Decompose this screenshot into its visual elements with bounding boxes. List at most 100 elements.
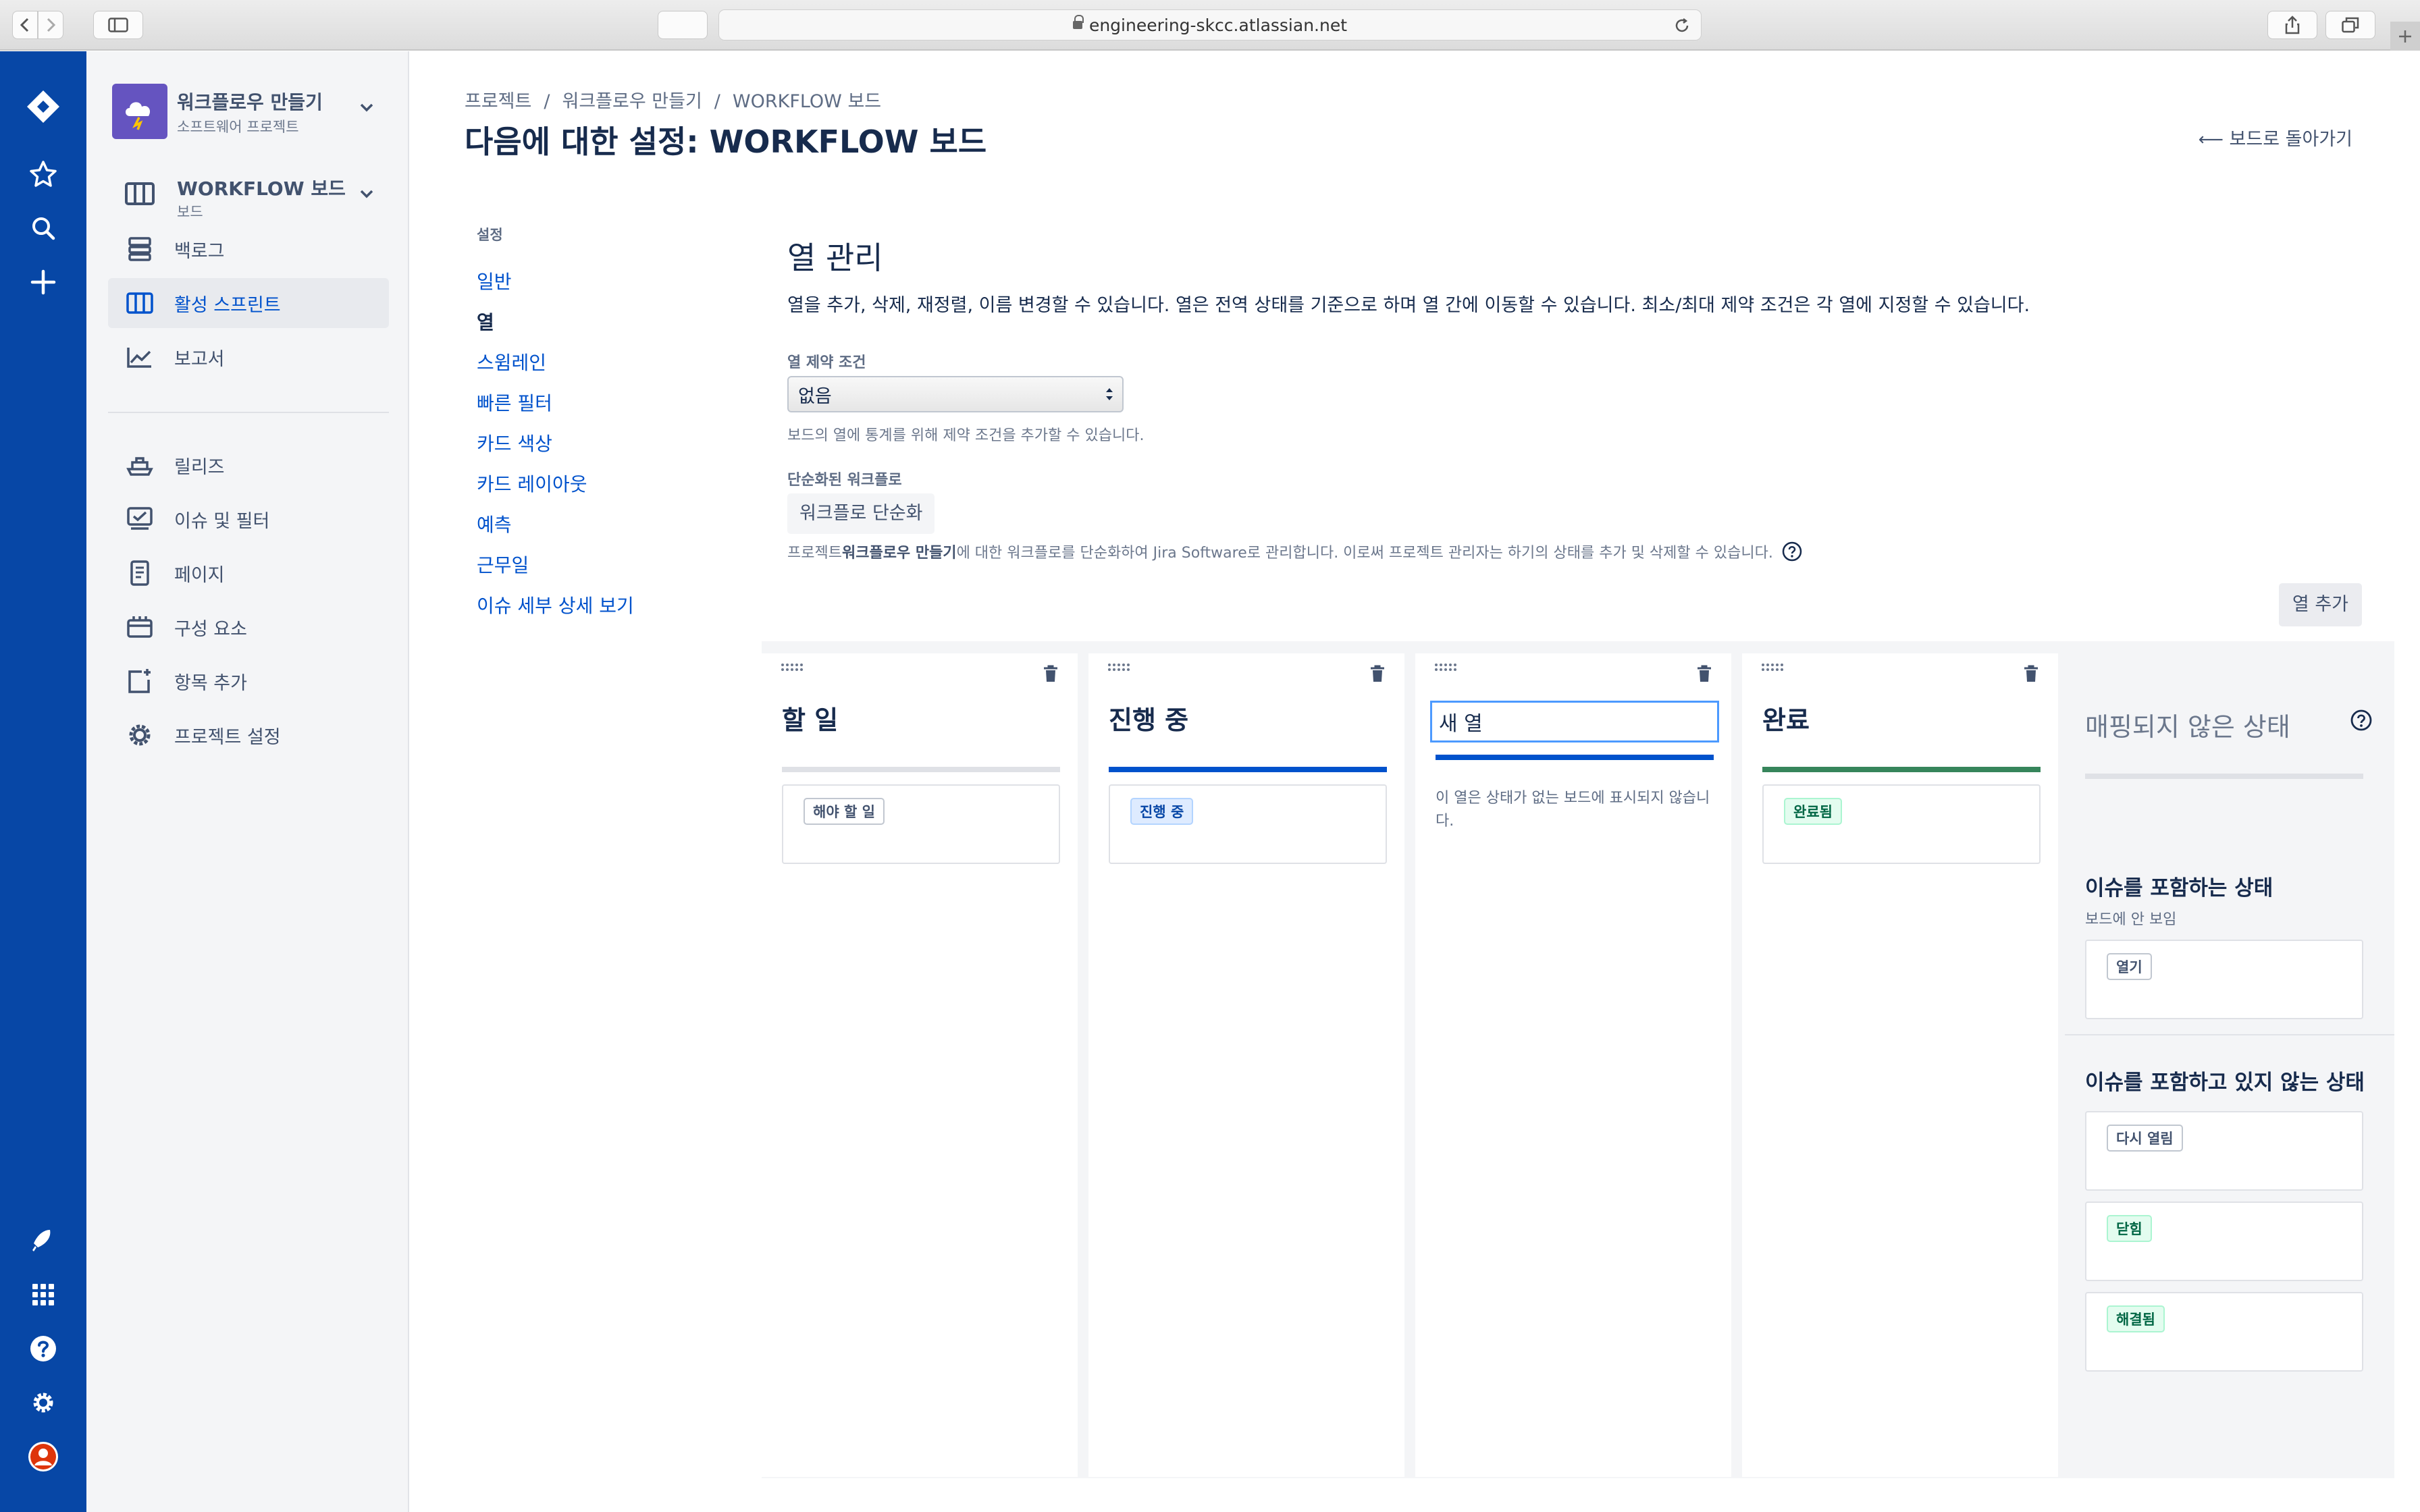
board-column[interactable]: 할 일 해야 할 일 (762, 653, 1078, 1477)
sidebar-item-add-item[interactable]: 항목 추가 (108, 656, 389, 706)
project-name: 워크플로우 만들기 (177, 91, 323, 113)
settings-nav-working-days[interactable]: 근무일 (477, 545, 634, 586)
back-button[interactable] (12, 11, 38, 39)
project-type: 소프트웨어 프로젝트 (177, 119, 299, 135)
status-card[interactable]: 다시 열림 (2085, 1111, 2363, 1191)
sidebar-item-project-settings[interactable]: 프로젝트 설정 (108, 710, 389, 760)
settings-nav-columns[interactable]: 열 (477, 302, 634, 343)
sidebar-item-issues-filters[interactable]: 이슈 및 필터 (108, 494, 389, 544)
column-management: 열 관리 열을 추가, 삭제, 재정렬, 이름 변경할 수 있습니다. 열은 전… (787, 234, 2030, 562)
sidebar-item-active-sprint[interactable]: 활성 스프린트 (108, 278, 389, 328)
component-icon (123, 610, 157, 644)
breadcrumb-board[interactable]: WORKFLOW 보드 (733, 91, 881, 112)
drag-handle-icon[interactable] (1761, 663, 1785, 676)
trash-icon[interactable] (2023, 664, 2039, 683)
forward-button[interactable] (38, 11, 63, 39)
empty-column-note: 이 열은 상태가 없는 보드에 표시되지 않습니다. (1436, 790, 1710, 830)
constraint-select[interactable]: 없음 (787, 376, 1124, 412)
sidebar-item-label: 이슈 및 필터 (174, 510, 270, 532)
simplify-help-post: 에 대한 워크플로를 단순화하여 Jira Software로 관리합니다. 이… (956, 545, 1773, 562)
column-name[interactable]: 진행 중 (1109, 699, 1188, 736)
help-icon[interactable] (2350, 709, 2373, 732)
settings-button[interactable] (23, 1382, 63, 1423)
settings-nav-estimation[interactable]: 예측 (477, 505, 634, 545)
settings-nav-swimlanes[interactable]: 스윔레인 (477, 343, 634, 383)
project-header[interactable]: 워크플로우 만들기 소프트웨어 프로젝트 (177, 88, 323, 136)
status-card[interactable]: 열기 (2085, 940, 2363, 1019)
help-icon (30, 1336, 56, 1361)
status-card[interactable]: 해야 할 일 (782, 784, 1060, 864)
profile-button[interactable] (23, 1436, 63, 1477)
status-card[interactable]: 해결됨 (2085, 1292, 2363, 1372)
trash-icon[interactable] (1369, 664, 1386, 683)
add-item-icon (123, 664, 157, 698)
settings-nav-quick-filters[interactable]: 빠른 필터 (477, 383, 634, 424)
drag-handle-icon[interactable] (781, 663, 805, 676)
sidebar-item-label: 프로젝트 설정 (174, 726, 281, 748)
column-name-input[interactable] (1430, 701, 1719, 742)
simplify-help: 프로젝트 워크플로우 만들기 에 대한 워크플로를 단순화하여 Jira Soft… (787, 541, 2030, 562)
board-column[interactable]: 완료 완료됨 (1742, 653, 2058, 1477)
column-name[interactable]: 할 일 (782, 699, 838, 736)
sidebar-item-components[interactable]: 구성 요소 (108, 602, 389, 652)
sidebar-item-releases[interactable]: 릴리즈 (108, 440, 389, 490)
column-board: 할 일 해야 할 일 진행 중 진행 중 이 열은 상태가 없는 보드에 표시되… (762, 641, 2394, 1478)
simplify-workflow-button[interactable]: 워크플로 단순화 (787, 493, 935, 534)
gear-icon (123, 718, 157, 752)
with-issues-desc: 보드에 안 보임 (2085, 911, 2177, 928)
sidebar-toggle-button[interactable] (93, 11, 143, 39)
settings-nav-issue-detail-view[interactable]: 이슈 세부 상세 보기 (477, 586, 634, 626)
breadcrumb: 프로젝트 / 워크플로우 만들기 / WORKFLOW 보드 (465, 91, 882, 112)
page-title: 다음에 대한 설정: WORKFLOW 보드 (465, 124, 987, 160)
project-avatar[interactable] (112, 84, 167, 139)
status-card[interactable]: 닫힘 (2085, 1202, 2363, 1281)
sidebar-item-backlog[interactable]: 백로그 (108, 224, 389, 274)
new-tab-button[interactable] (2390, 22, 2420, 51)
tabs-overview-button[interactable] (2325, 11, 2375, 39)
help-icon[interactable] (1781, 541, 1803, 562)
share-button[interactable] (2267, 11, 2317, 39)
status-lozenge: 닫힘 (2107, 1215, 2152, 1242)
app-switcher-button[interactable] (23, 1274, 63, 1315)
breadcrumb-project[interactable]: 워크플로우 만들기 (562, 91, 702, 112)
status-lozenge: 진행 중 (1130, 798, 1194, 825)
trash-icon[interactable] (1043, 664, 1059, 683)
status-lozenge: 해야 할 일 (804, 798, 885, 825)
section-title: 열 관리 (787, 240, 883, 276)
settings-nav-card-colors[interactable]: 카드 색상 (477, 424, 634, 464)
status-card[interactable]: 완료됨 (1762, 784, 2041, 864)
create-button[interactable] (23, 262, 63, 302)
board-selector[interactable]: WORKFLOW 보드 보드 (177, 174, 346, 221)
address-bar[interactable]: engineering-skcc.atlassian.net (718, 9, 1702, 40)
sidebar-item-label: 항목 추가 (174, 672, 247, 694)
page-icon (123, 556, 157, 590)
drag-handle-icon[interactable] (1434, 663, 1458, 676)
help-button[interactable] (23, 1328, 63, 1369)
starred-button[interactable] (23, 154, 63, 194)
column-name[interactable]: 완료 (1762, 699, 1810, 736)
chevron-down-icon[interactable] (359, 103, 374, 113)
sidebar-item-pages[interactable]: 페이지 (108, 548, 389, 598)
jira-logo[interactable] (23, 86, 63, 127)
drag-handle-icon[interactable] (1107, 663, 1132, 676)
project-sidebar: 워크플로우 만들기 소프트웨어 프로젝트 WORKFLOW 보드 보드 백로그 … (86, 51, 409, 1512)
trash-icon[interactable] (1696, 664, 1712, 683)
sidebar-icon (108, 18, 128, 32)
backlog-icon (123, 232, 157, 266)
search-button[interactable] (23, 208, 63, 248)
sidebar-item-label: 보고서 (174, 348, 225, 370)
add-column-button[interactable]: 열 추가 (2278, 583, 2362, 626)
whats-new-button[interactable] (23, 1220, 63, 1261)
browser-toolbar: engineering-skcc.atlassian.net (0, 0, 2420, 51)
tab-button[interactable] (658, 11, 708, 39)
settings-nav-general[interactable]: 일반 (477, 262, 634, 302)
back-to-board-link[interactable]: ⟵ 보드로 돌아가기 (2199, 124, 2352, 151)
board-column[interactable]: 진행 중 진행 중 (1088, 653, 1404, 1477)
board-column[interactable]: 이 열은 상태가 없는 보드에 표시되지 않습니다. (1415, 653, 1731, 1477)
sidebar-item-reports[interactable]: 보고서 (108, 332, 389, 382)
settings-nav-card-layout[interactable]: 카드 레이아웃 (477, 464, 634, 505)
reload-icon[interactable] (1674, 18, 1690, 34)
chevron-down-icon[interactable] (359, 189, 374, 200)
status-card[interactable]: 진행 중 (1109, 784, 1387, 864)
breadcrumb-projects[interactable]: 프로젝트 (465, 91, 531, 112)
